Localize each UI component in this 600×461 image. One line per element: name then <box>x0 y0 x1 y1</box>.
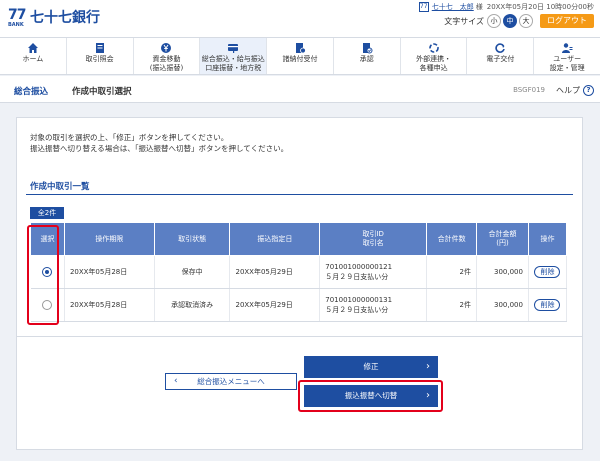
count-badge: 全2件 <box>30 207 64 219</box>
help-link[interactable]: ヘルプ ? <box>556 85 594 96</box>
col-header-status: 取引状態 <box>153 222 231 256</box>
nav-label-payments: 諸納付受付 <box>282 55 318 63</box>
table-row[interactable]: 20XX年05月28日 保存中 20XX年05月29日 701001000000… <box>30 255 568 289</box>
nav-item-approval[interactable]: 承認 <box>334 38 401 74</box>
amount-cell: 300,000 <box>476 255 529 289</box>
status-cell: 保存中 <box>154 255 231 289</box>
col-header-id: 取引ID 取引名 <box>319 222 428 256</box>
action-cell: 削除 <box>528 255 568 289</box>
nav-label-home: ホーム <box>22 55 44 63</box>
chevron-left-icon: ‹ <box>174 376 178 386</box>
nav-item-payments[interactable]: 諸納付受付 <box>267 38 334 74</box>
main-nav: ホーム 取引照会 資金移動 (振込振替) 総合振込・給与振込 口座振替・地方税 … <box>0 37 600 75</box>
nav-label-external: 外部連携・ 各種申込 <box>416 55 452 72</box>
nav-label-bulk-transfer: 総合振込・給与振込 口座振替・地方税 <box>201 55 265 72</box>
font-size-large-button[interactable]: 大 <box>519 14 533 28</box>
nav-label-inquiry: 取引照会 <box>85 55 114 63</box>
refresh-icon <box>467 41 533 55</box>
action-cell: 削除 <box>528 288 568 322</box>
back-to-menu-button[interactable]: ‹ 総合振込メニューへ <box>165 373 297 390</box>
deadline-cell: 20XX年05月28日 <box>64 255 155 289</box>
link-icon <box>401 41 467 55</box>
delete-button[interactable]: 削除 <box>534 299 561 311</box>
logout-button[interactable]: ログアウト <box>540 14 594 28</box>
user-info: 77 七十七 太郎 様 20XX年05月20日 10時00分00秒 <box>418 2 594 12</box>
nav-label-user-settings: ユーザー 設定・管理 <box>549 55 585 72</box>
transaction-table: 選択 操作期限 取引状態 振込指定日 取引ID 取引名 合計件数 合計金額 (円… <box>30 222 568 322</box>
payment-icon <box>267 41 333 55</box>
instruction-line-1: 対象の取引を選択の上、「修正」ボタンを押してください。 <box>30 133 229 142</box>
deadline-cell: 20XX年05月28日 <box>64 288 155 322</box>
col-header-action: 操作 <box>527 222 568 256</box>
approve-icon <box>334 41 400 55</box>
yen-icon <box>134 41 200 55</box>
font-size-small-button[interactable]: 小 <box>487 14 501 28</box>
header-tools: 文字サイズ 小 中 大 ログアウト <box>444 14 594 28</box>
switch-button-highlight <box>298 380 443 412</box>
logo-mark: 77 BANK <box>8 8 28 28</box>
help-label: ヘルプ <box>556 86 580 95</box>
nav-item-external[interactable]: 外部連携・ 各種申込 <box>401 38 468 74</box>
modify-button-label: 修正 <box>363 362 379 371</box>
breadcrumb: 総合振込 作成中取引選択 BSGF019 ヘルプ ? <box>0 76 600 103</box>
panel-divider <box>17 336 582 337</box>
transaction-id: 701001000000121 <box>325 263 393 271</box>
nav-item-user-settings[interactable]: ユーザー 設定・管理 <box>534 38 600 74</box>
home-icon <box>0 41 66 55</box>
page-title: 作成中取引選択 <box>72 87 132 97</box>
date-cell: 20XX年05月29日 <box>229 288 321 322</box>
nav-item-transfer[interactable]: 資金移動 (振込振替) <box>134 38 201 74</box>
nav-label-edelivery: 電子交付 <box>486 55 515 63</box>
main-panel: 対象の取引を選択の上、「修正」ボタンを押してください。 振込振替へ切り替える場合… <box>16 117 583 450</box>
col-header-date: 振込指定日 <box>229 222 321 256</box>
logo-mark-number: 77 <box>8 7 27 23</box>
table-header-row: 選択 操作期限 取引状態 振込指定日 取引ID 取引名 合計件数 合計金額 (円… <box>30 222 568 256</box>
breadcrumb-parent: 総合振込 <box>14 87 49 97</box>
nav-item-bulk-transfer[interactable]: 総合振込・給与振込 口座振替・地方税 <box>200 38 268 74</box>
header: 77 BANK 七十七銀行 77 七十七 太郎 様 20XX年05月20日 10… <box>0 0 600 37</box>
id-cell: 701001000000131 ５月２９日支払い分 <box>319 288 428 322</box>
card-icon <box>200 41 266 55</box>
nav-label-approval: 承認 <box>359 55 374 63</box>
user-suffix: 様 <box>475 3 483 11</box>
font-size-label: 文字サイズ <box>444 16 484 26</box>
amount-cell: 300,000 <box>476 288 529 322</box>
chevron-right-icon: › <box>426 361 430 372</box>
nav-item-inquiry[interactable]: 取引照会 <box>67 38 134 74</box>
help-icon: ? <box>583 85 594 96</box>
count-cell: 2件 <box>426 288 478 322</box>
instruction-line-2: 振込振替へ切り替える場合は、「振込振替へ切替」ボタンを押してください。 <box>30 144 289 153</box>
user-card-icon: 77 <box>418 2 429 12</box>
document-icon <box>67 41 133 55</box>
section-title: 作成中取引一覧 <box>30 182 90 192</box>
col-header-count: 合計件数 <box>426 222 478 256</box>
date-cell: 20XX年05月29日 <box>229 255 321 289</box>
col-header-amount: 合計金額 (円) <box>476 222 529 256</box>
transaction-id: 701001000000131 <box>325 296 393 304</box>
nav-label-transfer: 資金移動 (振込振替) <box>149 55 184 72</box>
back-button-label: 総合振込メニューへ <box>197 377 265 386</box>
section-divider <box>26 194 573 195</box>
bank-logo[interactable]: 77 BANK 七十七銀行 <box>8 8 100 28</box>
transaction-name: ５月２９日支払い分 <box>325 306 389 314</box>
login-time: 20XX年05月20日 10時00分00秒 <box>486 3 594 11</box>
user-settings-icon <box>534 41 600 55</box>
nav-item-home[interactable]: ホーム <box>0 38 67 74</box>
status-cell: 承認取消済み <box>154 288 231 322</box>
modify-button[interactable]: 修正 › <box>304 356 438 378</box>
bank-name: 七十七銀行 <box>30 10 100 26</box>
delete-button[interactable]: 削除 <box>534 266 561 278</box>
count-cell: 2件 <box>426 255 478 289</box>
screen-id: BSGF019 <box>513 86 545 94</box>
id-cell: 701001000000121 ５月２９日支払い分 <box>319 255 428 289</box>
nav-item-edelivery[interactable]: 電子交付 <box>467 38 535 74</box>
table-row[interactable]: 20XX年05月28日 承認取消済み 20XX年05月29日 701001000… <box>30 288 568 322</box>
instructions: 対象の取引を選択の上、「修正」ボタンを押してください。 振込振替へ切り替える場合… <box>30 132 288 154</box>
transaction-name: ５月２９日支払い分 <box>325 273 389 281</box>
font-size-medium-button[interactable]: 中 <box>503 14 517 28</box>
select-column-highlight <box>27 225 59 325</box>
col-header-deadline: 操作期限 <box>63 222 155 256</box>
user-name[interactable]: 七十七 太郎 <box>432 2 474 12</box>
